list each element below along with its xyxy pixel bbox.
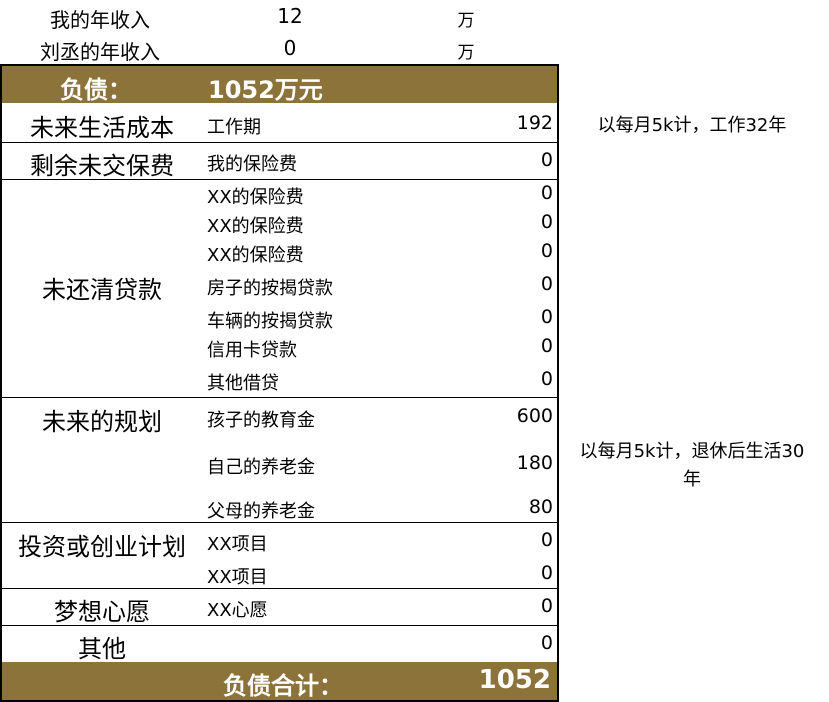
item-label: XX的保险费 [207,245,304,266]
item-value: 0 [540,306,553,328]
income-label-mine: 我的年收入 [50,8,150,32]
note-retirement-line2: 年 [683,469,701,490]
item-value: 0 [540,368,553,390]
item-label: 自己的养老金 [207,457,315,478]
item-value: 0 [540,562,553,584]
footer-band: 负债合计： 1052 [2,662,557,700]
item-value: 192 [516,112,553,134]
category-future-plans: 未来的规划 [42,408,162,436]
item-label: 其他借贷 [207,373,279,394]
item-label: XX心愿 [207,600,268,621]
item-label: 我的保险费 [207,154,297,175]
liabilities-table: 负债： 1052万元 未来生活成本 工作期 192 剩余未交保费 我的保险费 0… [0,64,559,702]
item-value: 0 [540,595,553,617]
item-value: 180 [516,452,553,474]
divider [2,588,557,589]
income-unit-mine: 万 [457,11,475,31]
income-value-mine: 12 [277,4,303,28]
category-living-cost: 未来生活成本 [30,114,174,142]
divider [2,397,557,398]
item-value: 0 [540,240,553,262]
category-dreams: 梦想心愿 [54,598,150,626]
item-label: XX的保险费 [207,216,304,237]
income-unit-partner: 万 [457,43,475,63]
header-value: 1052万元 [208,76,323,104]
category-outstanding-loans: 未还清贷款 [42,276,162,304]
item-label: 房子的按揭贷款 [207,278,333,299]
item-value: 0 [540,529,553,551]
income-label-partner: 刘丞的年收入 [40,40,160,64]
item-label: 信用卡贷款 [207,340,297,361]
item-value: 0 [540,149,553,171]
item-value: 600 [516,405,553,427]
header-label: 负债： [60,76,132,104]
item-label: 父母的养老金 [207,501,315,522]
item-value: 0 [540,632,553,654]
note-retirement-line1: 以每月5k计，退休后生活30 [579,441,805,462]
category-investment: 投资或创业计划 [18,533,186,561]
item-label: 孩子的教育金 [207,410,315,431]
item-value: 0 [540,335,553,357]
category-unpaid-premiums: 剩余未交保费 [30,152,174,180]
footer-value: 1052 [478,665,551,695]
header-band: 负债： 1052万元 [2,66,557,104]
item-value: 0 [540,273,553,295]
item-value: 80 [528,496,553,518]
item-label: 工作期 [207,117,261,138]
item-value: 0 [540,211,553,233]
income-value-partner: 0 [283,36,297,60]
item-label: XX项目 [207,534,268,555]
item-label: XX项目 [207,567,268,588]
category-other: 其他 [78,635,126,663]
note-work-period: 以每月5k计，工作32年 [597,115,787,136]
footer-label: 负债合计： [223,672,343,700]
item-label: 车辆的按揭贷款 [207,311,333,332]
item-value: 0 [540,182,553,204]
item-label: XX的保险费 [207,187,304,208]
